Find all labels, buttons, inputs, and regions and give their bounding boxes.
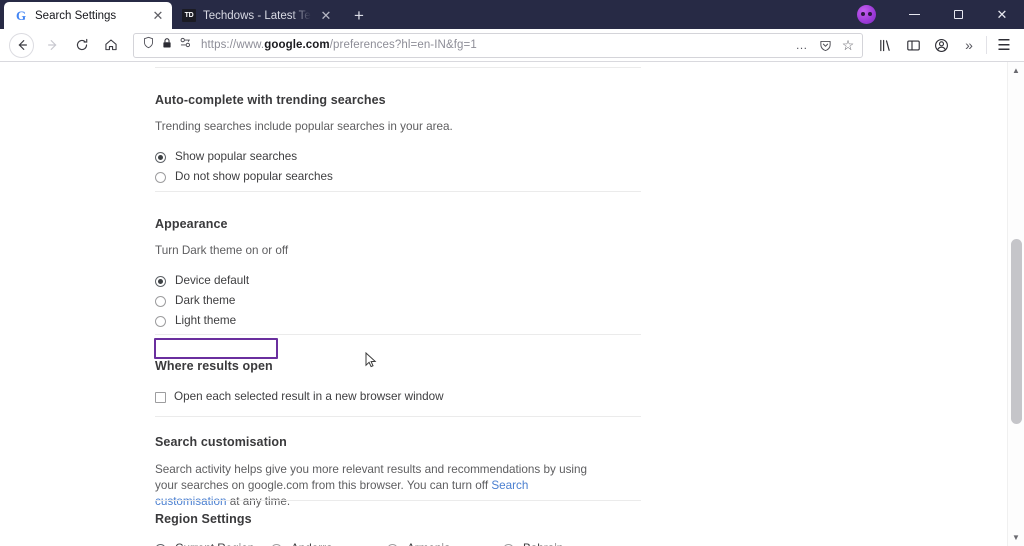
description-text-after: at any time. — [226, 495, 291, 508]
checkbox-open-in-new-window[interactable]: Open each selected result in a new brows… — [155, 387, 444, 407]
address-bar-actions: … ☆ — [791, 34, 859, 56]
scroll-down-arrow-icon[interactable]: ▼ — [1008, 529, 1024, 546]
window-controls: ✕ — [857, 0, 1024, 29]
toolbar-right-buttons: » ☰ — [869, 31, 1018, 59]
new-tab-button[interactable]: + — [346, 2, 372, 28]
section-title: Region Settings — [155, 512, 252, 526]
google-g-icon: G — [15, 8, 27, 23]
radio-label: Device default — [175, 274, 250, 287]
radio-armenia[interactable]: Armenia — [387, 542, 503, 546]
techdows-td-icon: TD — [182, 9, 196, 22]
section-search-customisation: Search customisation Search activity hel… — [155, 435, 600, 510]
back-button-icon[interactable] — [9, 32, 34, 58]
tab-strip: G Search Settings ✕ TD Techdows - Latest… — [0, 0, 1024, 29]
app-menu-icon[interactable]: ☰ — [990, 31, 1018, 59]
radio-indicator[interactable] — [155, 295, 166, 307]
address-bar[interactable]: https://www.google.com/preferences?hl=en… — [133, 32, 863, 58]
scrollbar-track[interactable] — [1008, 79, 1024, 529]
tab-techdows[interactable]: TD Techdows - Latest Technology ✕ — [172, 2, 340, 29]
radio-device-default[interactable]: Device default — [155, 271, 288, 291]
section-region-settings: Region Settings Current Region Andorra — [155, 512, 642, 546]
section-description: Trending searches include popular search… — [155, 120, 453, 133]
section-where-results-open: Where results open Open each selected re… — [155, 359, 444, 407]
reload-button-icon[interactable] — [67, 31, 96, 60]
region-options-row: Current Region Andorra Armenia Bahr — [155, 542, 642, 546]
section-autocomplete: Auto-complete with trending searches Tre… — [155, 93, 453, 187]
overflow-menu-icon[interactable]: » — [955, 31, 983, 59]
tab-title: Search Settings — [35, 9, 117, 22]
account-circle-icon[interactable] — [927, 31, 955, 59]
maximize-button[interactable] — [936, 0, 980, 29]
section-description: Search activity helps give you more rele… — [155, 462, 600, 510]
site-identity-box — [142, 36, 192, 54]
radio-indicator[interactable] — [155, 151, 166, 163]
radio-label: Current Region — [175, 542, 254, 546]
tab-search-settings[interactable]: G Search Settings ✕ — [4, 2, 172, 29]
tab-title: Techdows - Latest Technology — [203, 9, 311, 22]
page-actions-ellipsis-icon[interactable]: … — [791, 34, 813, 56]
radio-label: Dark theme — [175, 294, 236, 307]
library-icon[interactable] — [871, 31, 899, 59]
section-title: Where results open — [155, 359, 273, 373]
forward-button-icon — [38, 31, 67, 60]
padlock-icon[interactable] — [161, 36, 173, 54]
radio-bahrain[interactable]: Bahrain — [503, 542, 619, 546]
radio-light-theme[interactable]: Light theme — [155, 311, 288, 331]
checkbox-indicator[interactable] — [155, 391, 166, 403]
checkbox-label: Open each selected result in a new brows… — [174, 390, 444, 403]
radio-label: Do not show popular searches — [175, 170, 333, 183]
section-description: Turn Dark theme on or off — [155, 244, 289, 257]
page-viewport: Auto-complete with trending searches Tre… — [0, 62, 1024, 546]
tracking-protection-shield-icon[interactable] — [142, 36, 155, 54]
pocket-save-icon[interactable] — [814, 34, 836, 56]
section-title: Search customisation — [155, 435, 287, 449]
section-divider — [155, 500, 641, 501]
google-search-settings-page: Auto-complete with trending searches Tre… — [0, 62, 1007, 546]
tab-close-icon[interactable]: ✕ — [318, 8, 334, 24]
url-text: https://www.google.com/preferences?hl=en… — [201, 39, 477, 51]
radio-show-popular-searches[interactable]: Show popular searches — [155, 147, 453, 167]
navigation-toolbar: https://www.google.com/preferences?hl=en… — [0, 29, 1024, 62]
radio-indicator[interactable] — [155, 315, 166, 327]
radio-do-not-show-popular-searches[interactable]: Do not show popular searches — [155, 167, 453, 187]
radio-indicator[interactable] — [155, 171, 166, 183]
toolbar-divider — [986, 36, 987, 54]
radio-label: Andorra — [291, 542, 333, 546]
radio-andorra[interactable]: Andorra — [271, 542, 387, 546]
minimize-button[interactable] — [892, 0, 936, 29]
scrollbar-thumb[interactable] — [1010, 239, 1022, 424]
section-divider — [155, 416, 641, 417]
dark-theme-highlight-box — [154, 338, 278, 359]
radio-indicator[interactable] — [155, 275, 166, 287]
close-window-button[interactable]: ✕ — [980, 0, 1024, 29]
section-appearance: Appearance Turn Dark theme on or off Dev… — [155, 217, 288, 331]
radio-label: Show popular searches — [175, 150, 298, 163]
firefox-account-avatar-icon[interactable] — [857, 5, 876, 24]
section-divider — [155, 334, 641, 335]
section-title: Auto-complete with trending searches — [155, 93, 386, 107]
radio-dark-theme[interactable]: Dark theme — [155, 291, 288, 311]
browser-window: G Search Settings ✕ TD Techdows - Latest… — [0, 0, 1024, 546]
section-divider — [155, 191, 641, 192]
bookmark-star-icon[interactable]: ☆ — [837, 34, 859, 56]
section-title: Appearance — [155, 217, 228, 231]
page-scrollbar[interactable]: ▲ ▼ — [1007, 62, 1024, 546]
sidebar-icon[interactable] — [899, 31, 927, 59]
radio-label: Bahrain — [523, 542, 563, 546]
site-permissions-icon[interactable] — [179, 36, 192, 54]
radio-current-region[interactable]: Current Region — [155, 542, 271, 546]
scroll-up-arrow-icon[interactable]: ▲ — [1008, 62, 1024, 79]
home-button-icon[interactable] — [96, 31, 125, 60]
section-divider — [155, 67, 641, 68]
tab-close-icon[interactable]: ✕ — [150, 8, 166, 24]
radio-label: Light theme — [175, 314, 237, 327]
radio-label: Armenia — [407, 542, 451, 546]
